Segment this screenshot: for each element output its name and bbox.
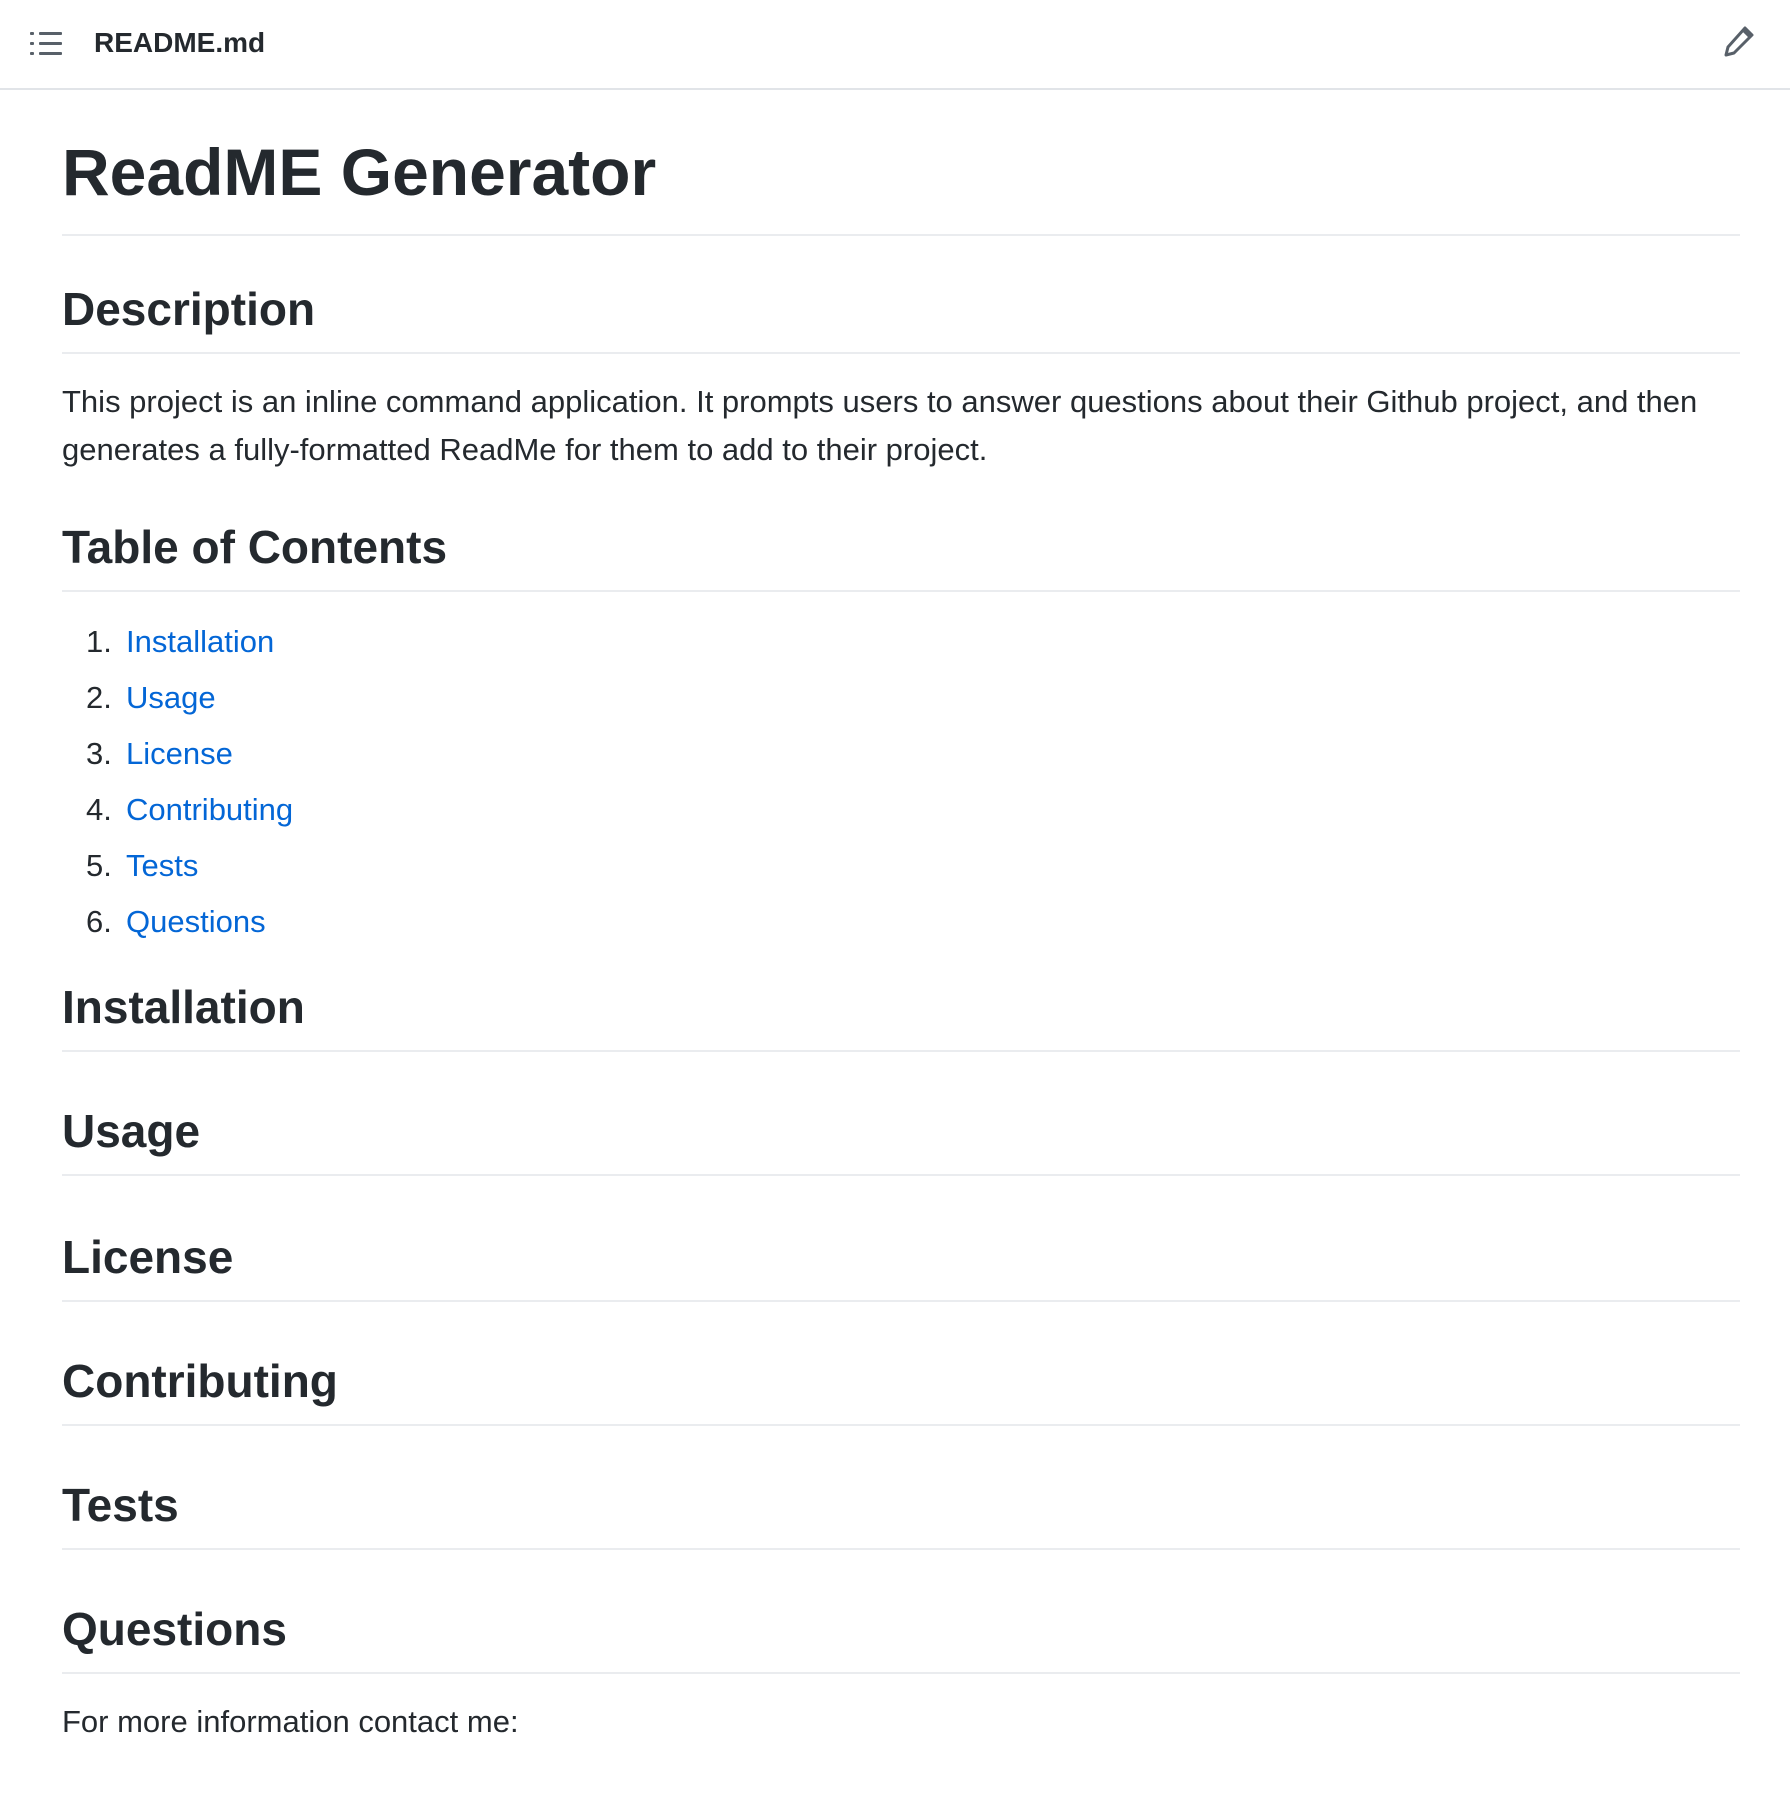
- toc-link-usage[interactable]: Usage: [126, 680, 216, 715]
- heading-table-of-contents: Table of Contents: [62, 518, 1740, 592]
- toc-item-number: 3.: [86, 736, 112, 771]
- toc-item: 5. Tests: [62, 838, 1740, 894]
- toc-link-tests[interactable]: Tests: [126, 848, 198, 883]
- toc-item-number: 2.: [86, 680, 112, 715]
- description-paragraph: This project is an inline command applic…: [62, 384, 1698, 467]
- file-header: README.md: [0, 0, 1790, 90]
- toc-list: 1. Installation 2. Usage 3. License 4. Contr…: [62, 614, 1740, 950]
- heading-installation: Installation: [62, 978, 1740, 1052]
- pencil-icon[interactable]: [1722, 24, 1756, 58]
- toc-item: 1. Installation: [62, 614, 1740, 670]
- questions-paragraph: For more information contact me:: [62, 1704, 519, 1739]
- toc-link-contributing[interactable]: Contributing: [126, 792, 293, 827]
- toc-link-questions[interactable]: Questions: [126, 904, 266, 939]
- heading-tests: Tests: [62, 1476, 1740, 1550]
- document-title: ReadME Generator: [62, 90, 1740, 236]
- heading-questions: Questions: [62, 1600, 1740, 1674]
- toc-link-license[interactable]: License: [126, 736, 233, 771]
- toc-item: 3. License: [62, 726, 1740, 782]
- toc-item: 6. Questions: [62, 894, 1740, 950]
- toc-link-installation[interactable]: Installation: [126, 624, 274, 659]
- toc-item-number: 1.: [86, 624, 112, 659]
- heading-contributing: Contributing: [62, 1352, 1740, 1426]
- toc-item: 4. Contributing: [62, 782, 1740, 838]
- heading-description: Description: [62, 280, 1740, 354]
- list-unordered-icon[interactable]: [30, 29, 62, 59]
- toc-item: 2. Usage: [62, 670, 1740, 726]
- toc-item-number: 6.: [86, 904, 112, 939]
- heading-license: License: [62, 1228, 1740, 1302]
- readme-article: ReadME Generator Description This projec…: [62, 90, 1740, 1746]
- toc-item-number: 4.: [86, 792, 112, 827]
- heading-usage: Usage: [62, 1102, 1740, 1176]
- file-name: README.md: [94, 27, 266, 58]
- toc-item-number: 5.: [86, 848, 112, 883]
